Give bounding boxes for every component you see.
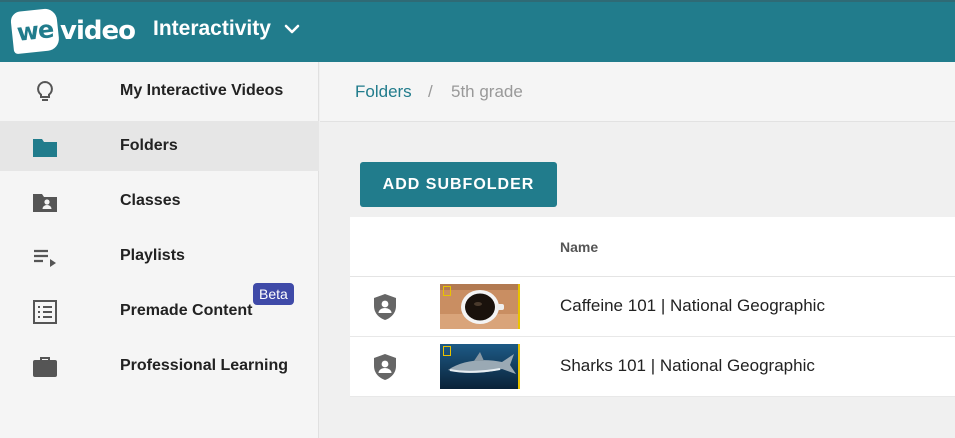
beta-badge: Beta — [253, 283, 294, 305]
breadcrumb-separator: / — [428, 82, 433, 101]
video-thumbnail-coffee[interactable] — [440, 284, 520, 329]
table-row[interactable]: Caffeine 101 | National Geographic — [350, 277, 955, 337]
sidebar-item-label: Playlists — [120, 247, 185, 264]
sidebar-item-classes[interactable]: Classes — [0, 176, 319, 226]
thumbnail-marker — [443, 346, 451, 356]
video-thumbnail-shark[interactable] — [440, 344, 520, 389]
sidebar-item-label: My Interactive Videos — [120, 82, 284, 99]
coffee-cup-image — [440, 284, 518, 329]
wevideo-logo[interactable]: we video — [9, 7, 136, 55]
list-icon — [33, 300, 57, 324]
add-subfolder-button[interactable]: ADD SUBFOLDER — [360, 162, 557, 207]
main-content: Folders / 5th grade ADD SUBFOLDER Name C… — [320, 62, 955, 438]
playlist-icon — [34, 249, 56, 267]
sidebar-item-label: Classes — [120, 192, 181, 209]
video-title[interactable]: Caffeine 101 | National Geographic — [560, 296, 825, 316]
sidebar: My Interactive Videos Folders Classes Pl… — [0, 62, 319, 438]
sidebar-item-my-interactive-videos[interactable]: My Interactive Videos — [0, 66, 319, 116]
column-header-name[interactable]: Name — [560, 239, 598, 255]
table-row[interactable]: Sharks 101 | National Geographic — [350, 337, 955, 397]
sidebar-item-playlists[interactable]: Playlists — [0, 231, 319, 281]
app-name: Interactivity — [153, 17, 271, 40]
table-header: Name — [350, 217, 955, 277]
top-app-bar: we video Interactivity — [0, 0, 955, 62]
shield-user-icon — [374, 354, 396, 380]
logo-we-mark: we — [9, 7, 61, 55]
top-edge — [0, 0, 955, 2]
briefcase-icon — [33, 357, 57, 377]
shield-user-icon — [374, 294, 396, 320]
class-folder-icon — [33, 194, 57, 212]
videos-table: Name Caffeine 101 | National Geographic … — [350, 217, 955, 397]
sidebar-item-premade-content[interactable]: Premade Content Beta — [0, 283, 319, 336]
sidebar-item-professional-learning[interactable]: Professional Learning — [0, 341, 319, 391]
chevron-down-icon — [284, 24, 300, 34]
sidebar-item-label: Professional Learning — [120, 357, 289, 374]
breadcrumb-current: 5th grade — [451, 82, 523, 101]
video-title[interactable]: Sharks 101 | National Geographic — [560, 356, 815, 376]
sidebar-item-label: Folders — [120, 137, 178, 154]
sidebar-item-folders[interactable]: Folders — [0, 121, 319, 171]
logo-video-text: video — [60, 16, 136, 46]
lightbulb-icon — [37, 80, 53, 101]
sidebar-item-label: Premade Content — [120, 302, 253, 319]
shark-image — [440, 344, 518, 389]
app-switcher[interactable]: Interactivity — [153, 17, 301, 41]
breadcrumb-folders-link[interactable]: Folders — [355, 82, 412, 102]
thumbnail-marker — [443, 286, 451, 296]
breadcrumb: Folders / 5th grade — [320, 62, 955, 122]
folder-icon — [33, 139, 57, 157]
